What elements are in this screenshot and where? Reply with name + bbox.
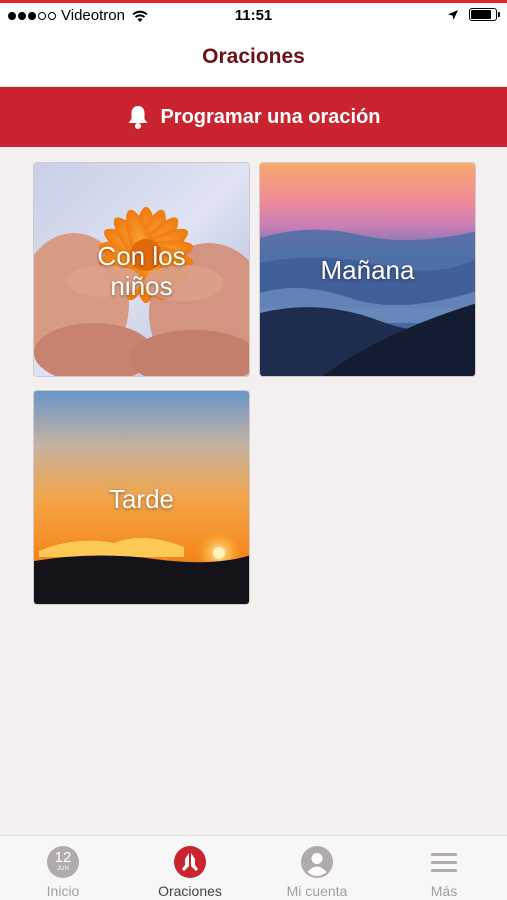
tab-label-mas: Más (430, 883, 458, 899)
calendar-day: 12 (54, 849, 72, 866)
tab-bar: 12 JUN Inicio Oraciones Mi cuenta Más (0, 835, 507, 900)
status-right (447, 8, 500, 21)
category-label-line1: Con los (97, 241, 186, 271)
schedule-prayer-button[interactable]: Programar una oración (0, 87, 507, 147)
menu-icon (431, 853, 457, 872)
category-label-children: Con los niños (34, 241, 249, 301)
bell-icon (128, 106, 148, 129)
category-tile-morning[interactable]: Mañana (259, 162, 476, 377)
schedule-prayer-label: Programar una oración (160, 105, 381, 128)
tab-mi-cuenta[interactable]: Mi cuenta (254, 836, 380, 900)
category-label-afternoon: Tarde (108, 484, 175, 514)
location-arrow-icon (448, 9, 458, 20)
praying-hands-icon (174, 846, 206, 878)
tab-oraciones[interactable]: Oraciones (127, 836, 253, 900)
calendar-icon: 12 JUN (47, 846, 79, 878)
page-title: Oraciones (202, 45, 305, 68)
navigation-bar: Oraciones (0, 29, 507, 87)
category-tile-children[interactable]: Con los niños (33, 162, 250, 377)
status-bar: Videotron 11:51 (0, 3, 507, 29)
tab-inicio[interactable]: 12 JUN Inicio (0, 836, 126, 900)
category-tile-afternoon[interactable]: Tarde (33, 390, 250, 605)
user-icon (301, 846, 333, 878)
category-label-morning: Mañana (320, 255, 415, 285)
tab-label-oraciones: Oraciones (158, 883, 222, 899)
tab-label-inicio: Inicio (46, 883, 80, 899)
tab-label-mi-cuenta: Mi cuenta (286, 883, 348, 899)
tab-mas[interactable]: Más (381, 836, 507, 900)
battery-level (471, 10, 492, 19)
calendar-month: JUN (57, 866, 69, 872)
category-label-line2: niños (110, 271, 173, 301)
battery-icon (469, 8, 500, 21)
status-time: 11:51 (234, 7, 273, 24)
